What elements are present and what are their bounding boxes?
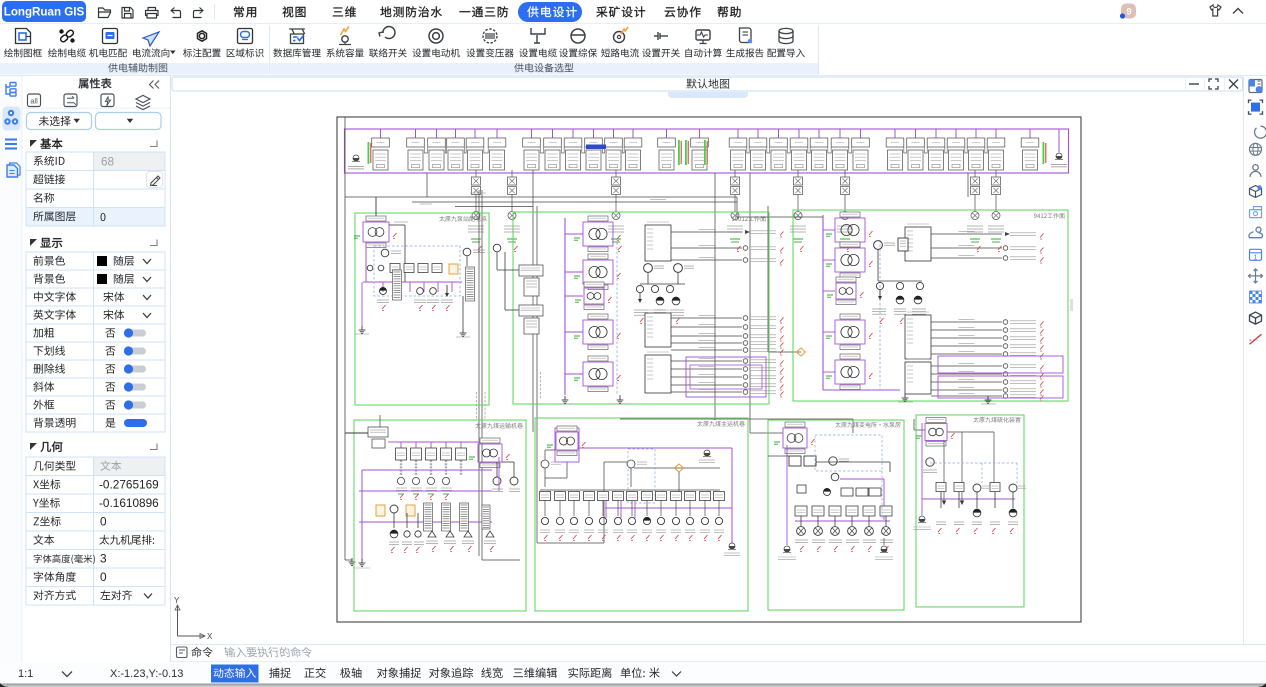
svg-text:1: 1 [1254,254,1258,261]
svg-text:LongRuan GIS: LongRuan GIS [4,6,85,19]
svg-text:-0.1610896: -0.1610896 [99,496,159,510]
svg-text:68: 68 [101,155,115,169]
svg-text:0: 0 [100,570,107,584]
svg-text:-0.2765169: -0.2765169 [99,478,159,492]
svg-text:1:1: 1:1 [18,668,33,680]
svg-text:0: 0 [100,515,107,529]
svg-text:9: 9 [1126,7,1131,18]
svg-text:X:-1.23,Y:-0.13: X:-1.23,Y:-0.13 [110,668,183,680]
svg-text:all: all [30,97,38,106]
svg-text:X: X [207,632,213,641]
svg-text:Y: Y [174,596,180,605]
svg-text:3: 3 [100,552,107,566]
